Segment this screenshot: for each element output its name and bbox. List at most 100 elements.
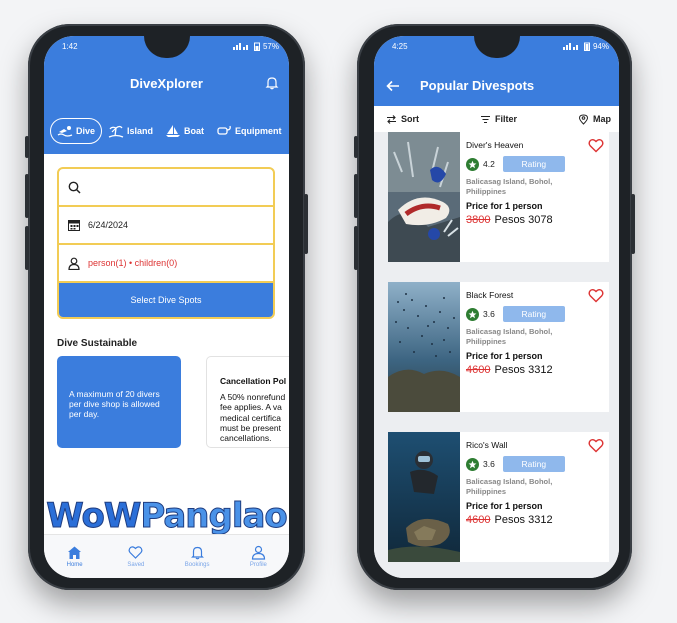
left-phone-frame: 1:42 57% DiveXplorer Dive Island Boat Eq… bbox=[25, 24, 308, 590]
tab-label: Dive bbox=[76, 126, 96, 136]
nudibranch-photo bbox=[388, 132, 460, 262]
rating-button[interactable]: Rating bbox=[502, 156, 565, 172]
current-price: Pesos 3312 bbox=[494, 363, 553, 376]
old-price: 4600 bbox=[466, 363, 491, 376]
price-label: Price for 1 person bbox=[466, 200, 543, 211]
category-tabs: Dive Island Boat Equipment bbox=[50, 118, 283, 144]
bottom-nav: Home Saved Bookings Profile bbox=[44, 534, 289, 578]
map-pin-icon bbox=[578, 113, 588, 125]
sailboat-icon bbox=[166, 125, 181, 137]
equipment-icon bbox=[217, 125, 231, 135]
rating-value: 3.6 bbox=[483, 459, 495, 469]
spot-location: Balicasag Island, Bohol, Philippines bbox=[466, 177, 553, 196]
select-dive-spots-button[interactable]: Select Dive Spots bbox=[59, 283, 273, 317]
heart-icon bbox=[128, 546, 143, 559]
tab-island[interactable]: Island bbox=[102, 118, 159, 144]
search-icon bbox=[68, 181, 81, 194]
nav-saved[interactable]: Saved bbox=[111, 545, 161, 568]
list-toolbar: Sort Filter Map bbox=[374, 106, 619, 132]
card-line: must be present bbox=[220, 422, 281, 433]
page-title: Popular Divespots bbox=[420, 78, 535, 93]
map-button[interactable]: Map bbox=[578, 113, 611, 125]
nav-label: Bookings bbox=[184, 562, 210, 568]
star-icon bbox=[466, 157, 479, 171]
filter-icon bbox=[480, 115, 490, 123]
tab-boat[interactable]: Boat bbox=[159, 118, 210, 144]
spot-price: 4600 Pesos 3312 bbox=[466, 514, 609, 526]
diver-turtle-photo bbox=[388, 432, 460, 562]
rating-value: 3.6 bbox=[483, 309, 495, 319]
search-field[interactable] bbox=[59, 169, 273, 207]
app-title: DiveXplorer bbox=[130, 76, 203, 91]
rating-button[interactable]: Rating bbox=[502, 306, 565, 322]
fish-school-photo bbox=[388, 282, 460, 412]
swimmer-icon bbox=[57, 126, 73, 137]
current-price: Pesos 3312 bbox=[494, 513, 553, 526]
rating-button[interactable]: Rating bbox=[502, 456, 565, 472]
notification-bell-icon[interactable] bbox=[265, 76, 279, 90]
spot-details: Rico's Wall 3.6 Rating Balicasag Island,… bbox=[460, 432, 609, 562]
battery-icon bbox=[253, 42, 260, 51]
spot-details: Black Forest 3.6 Rating Balicasag Island… bbox=[460, 282, 609, 412]
info-card-cancellation[interactable]: Cancellation Pol A 50% nonrefund fee app… bbox=[206, 356, 289, 448]
back-arrow-icon[interactable] bbox=[386, 80, 400, 92]
map-label: Map bbox=[592, 114, 611, 124]
info-card-divers[interactable]: A maximum of 20 divers per dive shop is … bbox=[57, 356, 181, 448]
sort-label: Sort bbox=[401, 114, 419, 124]
nav-label: Saved bbox=[127, 562, 145, 568]
sort-icon bbox=[387, 114, 396, 124]
bell-icon bbox=[190, 546, 204, 560]
wowpanglao-logo: WoWPanglao bbox=[44, 496, 289, 537]
price-label: Price for 1 person bbox=[466, 350, 543, 361]
spot-rating: 3.6 Rating bbox=[466, 306, 609, 322]
favorite-heart-icon[interactable] bbox=[588, 288, 604, 303]
right-screen: 4:25 94% Popular Divespots Sort Filter M… bbox=[374, 36, 619, 578]
logo-part1: WoW bbox=[46, 496, 142, 537]
tab-equipment[interactable]: Equipment bbox=[210, 118, 288, 144]
price-label: Price for 1 person bbox=[466, 500, 543, 511]
favorite-heart-icon[interactable] bbox=[588, 438, 604, 453]
home-icon bbox=[68, 546, 82, 559]
old-price: 3800 bbox=[466, 213, 491, 226]
nav-bookings[interactable]: Bookings bbox=[172, 545, 222, 568]
filter-label: Filter bbox=[494, 114, 517, 124]
nav-home[interactable]: Home bbox=[50, 545, 100, 568]
section-title: Dive Sustainable bbox=[57, 338, 138, 349]
tab-label: Boat bbox=[184, 126, 205, 136]
spot-rating: 3.6 Rating bbox=[466, 456, 609, 472]
spot-details: Diver's Heaven 4.2 Rating Balicasag Isla… bbox=[460, 132, 609, 262]
tab-dive[interactable]: Dive bbox=[50, 118, 103, 144]
spot-location: Balicasag Island, Bohol, Philippines bbox=[466, 327, 553, 346]
divespot-list: Diver's Heaven 4.2 Rating Balicasag Isla… bbox=[374, 132, 619, 578]
card-line: cancellations. bbox=[220, 432, 272, 443]
old-price: 4600 bbox=[466, 513, 491, 526]
sort-button[interactable]: Sort bbox=[386, 114, 419, 125]
battery-icon bbox=[583, 42, 590, 51]
guests-field[interactable]: person(1) • children(0) bbox=[59, 245, 273, 283]
divespot-card[interactable]: Diver's Heaven 4.2 Rating Balicasag Isla… bbox=[388, 132, 609, 262]
rating-value: 4.2 bbox=[483, 159, 495, 169]
divespot-card[interactable]: Black Forest 3.6 Rating Balicasag Island… bbox=[388, 282, 609, 412]
date-value: 6/24/2024 bbox=[88, 220, 129, 230]
filter-button[interactable]: Filter bbox=[480, 114, 517, 125]
person-icon bbox=[68, 257, 80, 270]
search-form: 6/24/2024 person(1) • children(0) Select… bbox=[57, 167, 275, 319]
signal-icon bbox=[562, 43, 578, 50]
current-price: Pesos 3078 bbox=[494, 213, 553, 226]
divespot-card[interactable]: Rico's Wall 3.6 Rating Balicasag Island,… bbox=[388, 432, 609, 562]
nav-label: Profile bbox=[249, 562, 267, 568]
tab-label: Equipment bbox=[235, 126, 282, 136]
star-icon bbox=[466, 307, 479, 321]
logo-part2: Panglao bbox=[140, 496, 288, 537]
battery-level: 57% bbox=[262, 41, 279, 51]
card-line: fee applies. A va bbox=[220, 402, 282, 413]
card-line: A 50% nonrefund bbox=[220, 392, 286, 403]
card-title: Cancellation Pol bbox=[220, 376, 287, 386]
left-screen: 1:42 57% DiveXplorer Dive Island Boat Eq… bbox=[44, 36, 289, 578]
nav-profile[interactable]: Profile bbox=[233, 545, 283, 568]
favorite-heart-icon[interactable] bbox=[588, 138, 604, 153]
island-icon bbox=[108, 125, 124, 138]
nav-label: Home bbox=[66, 562, 83, 568]
tab-label: Island bbox=[127, 126, 154, 136]
date-field[interactable]: 6/24/2024 bbox=[59, 207, 273, 245]
